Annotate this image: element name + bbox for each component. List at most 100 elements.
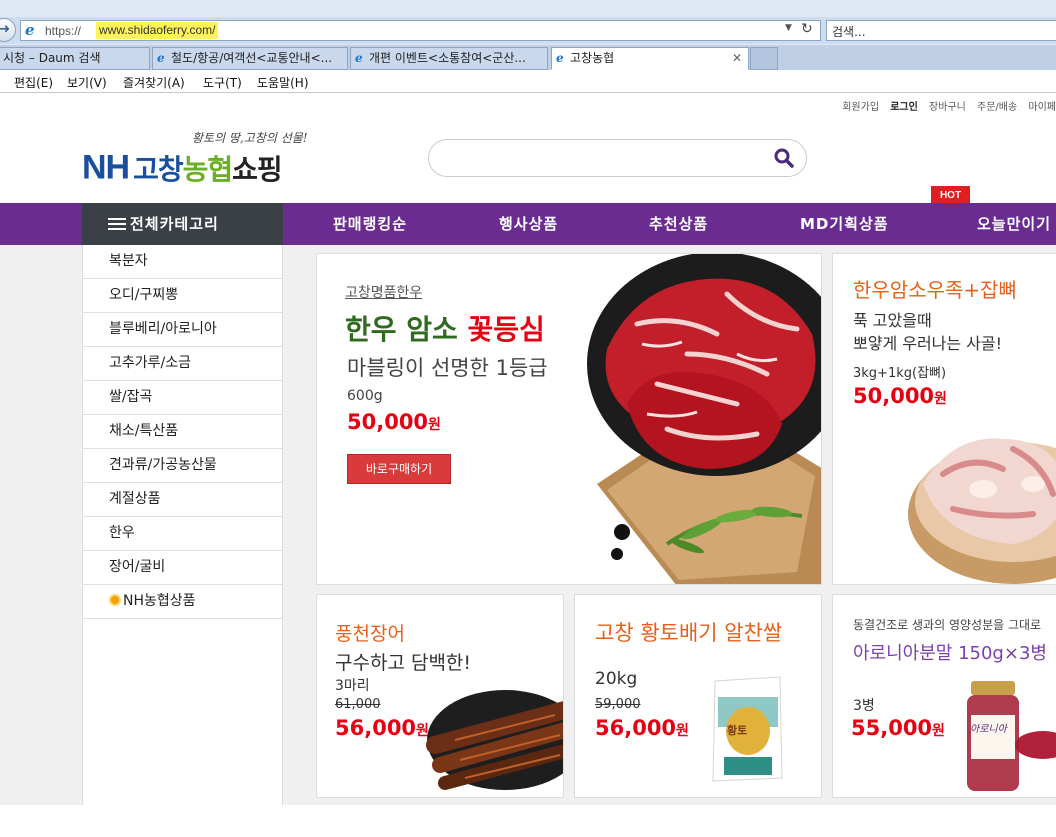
address-host: www.shidaoferry.com/ [96,22,219,39]
price-unit: 원 [676,723,689,739]
category-list: 복분자 오디/구찌뽕 블루베리/아로니아 고추가루/소금 쌀/잡곡 채소/특산품… [82,245,283,805]
category-label: NH농협상품 [123,593,196,609]
title-part-a: 한우 암소 [345,313,468,346]
nav-sales-ranking[interactable]: 판매랭킹순 [333,203,407,245]
product-desc: 구수하고 담백한! [335,652,472,674]
category-item-nh[interactable]: NH농협상품 [83,585,282,619]
tab-railway[interactable]: e 철도/항공/여객선<교통안내<... [152,47,348,70]
medal-icon [109,594,121,606]
category-item[interactable]: 쌀/잡곡 [83,381,282,415]
oxtail-image [908,438,1056,584]
product-card-oxtail[interactable]: 한우암소우족+잡뼈 푹 고았을때 뽀얗게 우러나는 사골! 3kg+1kg(잡뼈… [832,253,1056,585]
all-category-label: 전체카테고리 [130,215,219,233]
menu-view[interactable]: 보기(V) [67,74,107,91]
rice-bag-label: 황토 [727,724,748,737]
menu-edit[interactable]: 편집(E) [14,74,53,91]
category-item[interactable]: 견과류/가공농산물 [83,449,282,483]
product-weight: 3kg+1kg(잡뼈) [853,366,947,381]
address-bar[interactable]: e https:// www.shidaoferry.com/ ▼ ↻ [20,20,821,41]
category-item[interactable]: 한우 [83,517,282,551]
product-old-price: 61,000 [335,697,381,712]
price-unit: 원 [428,417,441,433]
product-title: 아로니아분말 150g×3병 [853,643,1047,664]
tab-event[interactable]: e 개편 이벤트<소통참여<군산... [350,47,548,70]
price-unit: 원 [934,391,947,407]
ie-icon: e [355,51,363,65]
all-category-button[interactable]: 전체카테고리 [82,203,283,245]
browser-search-box[interactable]: 검색... [826,20,1056,41]
close-tab-icon[interactable]: ✕ [732,48,742,69]
nav-today-only[interactable]: 오늘만이기 [977,203,1051,245]
signup-link[interactable]: 회원가입 [842,102,879,113]
price-unit: 원 [932,723,945,739]
nav-event-products[interactable]: 행사상품 [499,203,558,245]
site-logo[interactable]: NH 고창농협쇼핑 [82,148,283,188]
tab-daum[interactable]: 시청 – Daum 검색 [0,47,150,70]
nav-recommended[interactable]: 추천상품 [649,203,708,245]
price-unit: 원 [416,723,429,739]
mypage-link[interactable]: 마이페 [1028,102,1056,113]
price-value: 56,000 [595,716,677,740]
back-button[interactable]: ➜ [0,18,16,42]
ie-icon: e [556,51,564,65]
product-qty: 3마리 [335,678,370,694]
tab-label: 시청 – Daum 검색 [3,51,101,65]
product-desc-line1: 푹 고았을때 [853,311,932,330]
product-old-price: 59,000 [595,697,641,712]
product-subtitle: 마블링이 선명한 1등급 [347,356,548,380]
product-price: 50,000원 [853,384,947,408]
product-card-rice[interactable]: 고창 황토배기 알찬쌀 20kg 59,000 56,000원 황토 [574,594,822,798]
tab-gochang[interactable]: e 고창농협 ✕ [551,47,749,70]
product-price: 56,000원 [595,716,689,740]
logo-part-b: 농협 [182,153,234,186]
refresh-icon[interactable]: ↻ [801,21,813,37]
product-title: 풍천장어 [335,623,405,645]
category-item[interactable]: 장어/굴비 [83,551,282,585]
product-price: 55,000원 [851,716,945,740]
product-title: 한우암소우족+잡뼈 [853,278,1017,302]
tab-label: 고창농협 [570,51,615,65]
product-price: 50,000원 [347,410,441,434]
menu-bar: 편집(E) 보기(V) 즐겨찾기(A) 도구(T) 도움말(H) [0,70,1056,93]
cart-link[interactable]: 장바구니 [929,102,966,113]
product-card-sirloin[interactable]: 고창명품한우 한우 암소 꽃등심 마블링이 선명한 1등급 600g 50,00… [316,253,822,585]
category-item[interactable]: 계절상품 [83,483,282,517]
menu-favorites[interactable]: 즐겨찾기(A) [123,74,185,91]
category-item[interactable]: 채소/특산품 [83,415,282,449]
site-search-input[interactable] [428,139,807,177]
price-value: 50,000 [853,384,935,408]
ie-icon: e [25,21,35,39]
new-tab-button[interactable] [750,47,778,70]
price-value: 55,000 [851,716,933,740]
tab-label: 철도/항공/여객선<교통안내<... [171,51,333,65]
site-tagline: 황토의 땅,고창의 선물! [192,131,308,145]
logo-nh: NH [82,148,130,187]
login-link[interactable]: 로그인 [890,102,918,113]
utility-nav: 회원가입 로그인 장바구니 주문/배송 마이페 [834,98,1056,113]
product-card-aronia[interactable]: 아로니아 동결건조로 생과의 영양성분을 그대로 아로니아분말 150g×3병 … [832,594,1056,798]
product-weight: 20kg [595,669,638,689]
buy-now-button[interactable]: 바로구매하기 [347,454,451,484]
aronia-jar-image [967,681,1056,791]
address-row: ➜ e https:// www.shidaoferry.com/ ▼ ↻ 검색… [0,17,1056,44]
category-item[interactable]: 블루베리/아로니아 [83,313,282,347]
tab-row: 시청 – Daum 검색 e 철도/항공/여객선<교통안내<... e 개편 이벤트… [0,45,1056,70]
title-part-b: 꽃등심 [467,313,545,346]
beef-image [587,254,821,584]
menu-tools[interactable]: 도구(T) [203,74,242,91]
browser-chrome: ➜ e https:// www.shidaoferry.com/ ▼ ↻ 검색… [0,0,1056,93]
product-tag: 고창명품한우 [345,285,423,301]
category-item[interactable]: 오디/구찌뽕 [83,279,282,313]
product-card-eel[interactable]: 풍천장어 구수하고 담백한! 3마리 61,000 56,000원 [316,594,564,798]
product-title: 한우 암소 꽃등심 [345,308,545,348]
menu-help[interactable]: 도움말(H) [257,74,309,91]
search-icon[interactable] [774,148,794,168]
logo-part-c: 쇼핑 [232,153,283,186]
address-dropdown-icon[interactable]: ▼ [785,23,792,33]
product-weight: 600g [347,388,383,404]
nav-md-planning[interactable]: MD기획상품 [800,203,889,245]
category-item[interactable]: 복분자 [83,245,282,279]
orders-link[interactable]: 주문/배송 [977,102,1017,113]
product-desc-line2: 뽀얗게 우러나는 사골! [853,334,1003,353]
category-item[interactable]: 고추가루/소금 [83,347,282,381]
